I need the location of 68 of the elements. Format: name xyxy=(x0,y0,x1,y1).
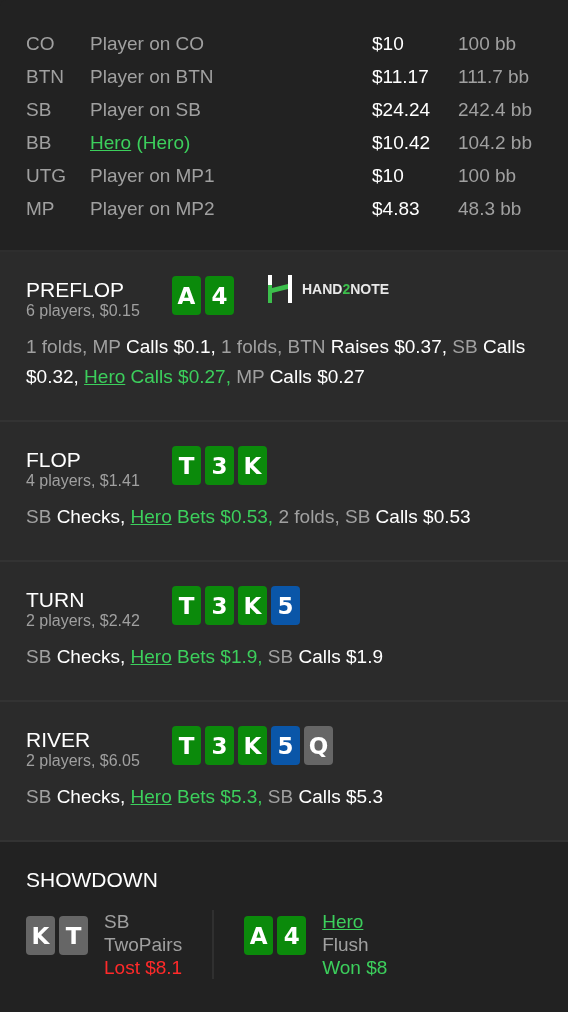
position-label: BB xyxy=(26,131,53,154)
street-name: PREFLOP xyxy=(26,278,126,302)
stack-amount: $4.83 xyxy=(372,197,421,220)
logo-icon xyxy=(266,275,294,303)
playing-card: T xyxy=(172,726,201,765)
player-name: Player on MP2 xyxy=(90,197,216,220)
street-name: RIVER xyxy=(26,728,92,752)
stack-bb: 100 bb xyxy=(458,164,518,187)
action-line: 1 folds, MP Calls $0.1, 1 folds, BTN Raises $0.37, SB Calls $0.32, Hero Calls $0.27, MP Calls $0.27 xyxy=(26,335,527,389)
player-name: Player on CO xyxy=(90,32,206,55)
action-line: SB Checks, Hero Bets $0.53, 2 folds, SB Calls $0.53 xyxy=(26,505,472,529)
action-line: SB Checks, Hero Bets $1.9, SB Calls $1.9 xyxy=(26,645,384,669)
position-label: BTN xyxy=(26,65,65,88)
showdown-title: SHOWDOWN xyxy=(26,868,159,892)
player-name: Player on SB xyxy=(90,98,202,121)
street-summary: 4 players, $1.41 xyxy=(26,472,141,490)
street-name: TURN xyxy=(26,588,86,612)
hero-link[interactable]: Hero xyxy=(84,366,126,387)
player-name: SB xyxy=(104,910,131,933)
playing-card: K xyxy=(238,586,267,625)
playing-card: K xyxy=(238,726,267,765)
position-label: SB xyxy=(26,98,53,121)
player-name: Player on BTN xyxy=(90,65,215,88)
position-label: UTG xyxy=(26,164,68,187)
street-summary: 2 players, $2.42 xyxy=(26,612,141,630)
street-name: FLOP xyxy=(26,448,82,472)
playing-card: T xyxy=(172,586,201,625)
playing-card: 3 xyxy=(205,586,234,625)
playing-card: A xyxy=(244,916,274,955)
playing-card: 3 xyxy=(205,726,234,765)
playing-card: T xyxy=(59,916,88,955)
player-note: (Hero) xyxy=(136,131,191,153)
playing-card: 5 xyxy=(271,586,300,625)
hand-rank: TwoPairs xyxy=(104,933,183,956)
logo-text: HAND2NOTE xyxy=(302,281,390,297)
playing-card: 5 xyxy=(271,726,300,765)
hand-rank: Flush xyxy=(322,933,370,956)
hero-link[interactable]: Hero xyxy=(130,786,172,807)
action-line: SB Checks, Hero Bets $5.3, SB Calls $5.3 xyxy=(26,785,384,809)
result-amount: Lost $8.1 xyxy=(104,956,183,979)
stack-amount: $10.42 xyxy=(372,131,432,154)
playing-card: 4 xyxy=(205,276,234,315)
position-label: CO xyxy=(26,32,56,55)
street-summary: 6 players, $0.15 xyxy=(26,302,141,320)
stack-amount: $11.17 xyxy=(372,65,430,88)
stack-bb: 242.4 bb xyxy=(458,98,533,121)
playing-card: T xyxy=(172,446,201,485)
stack-bb: 48.3 bb xyxy=(458,197,523,220)
playing-card: Q xyxy=(304,726,333,765)
stack-amount: $10 xyxy=(372,164,405,187)
playing-card: 3 xyxy=(205,446,234,485)
stack-amount: $10 xyxy=(372,32,405,55)
player-name: Player on MP1 xyxy=(90,164,216,187)
stack-bb: 104.2 bb xyxy=(458,131,533,154)
hero-link[interactable]: Hero xyxy=(130,646,172,667)
stack-bb: 100 bb xyxy=(458,32,518,55)
street-summary: 2 players, $6.05 xyxy=(26,752,141,770)
playing-card: A xyxy=(172,276,201,315)
hero-link[interactable]: Hero xyxy=(130,506,172,527)
playing-card: K xyxy=(238,446,267,485)
stack-bb: 111.7 bb xyxy=(458,65,531,88)
stack-amount: $24.24 xyxy=(372,98,432,121)
position-label: MP xyxy=(26,197,56,220)
player-link[interactable]: Hero xyxy=(90,131,132,153)
result-amount: Won $8 xyxy=(322,956,388,979)
player-link[interactable]: Hero xyxy=(322,910,364,933)
playing-card: K xyxy=(26,916,55,955)
playing-card: 4 xyxy=(277,916,307,955)
